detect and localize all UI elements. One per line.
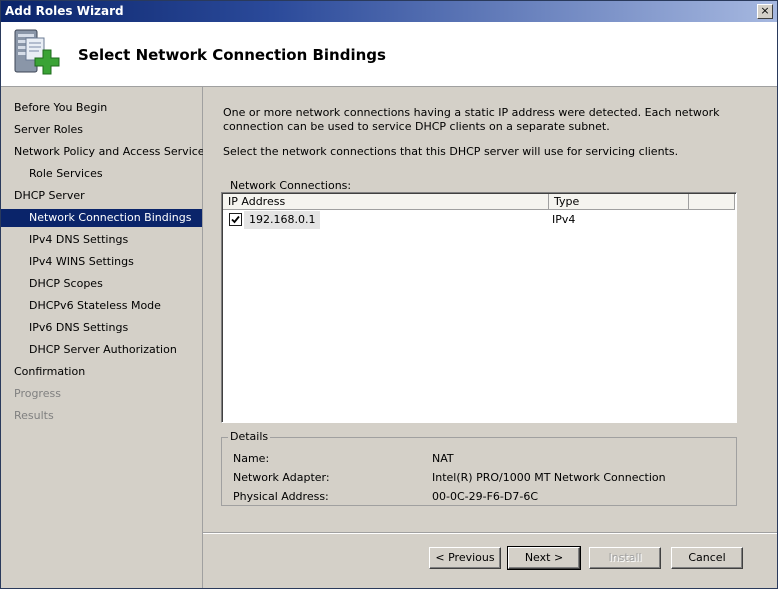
details-name-label: Name:	[233, 452, 270, 465]
nav-item-dhcpv6-stateless-mode[interactable]: DHCPv6 Stateless Mode	[1, 297, 202, 315]
details-name-value: NAT	[432, 452, 454, 465]
details-adapter-value: Intel(R) PRO/1000 MT Network Connection	[432, 471, 666, 484]
add-roles-wizard-window: Add Roles Wizard × Select Network Connec…	[0, 0, 778, 589]
checkmark-icon	[231, 215, 240, 224]
details-adapter-label: Network Adapter:	[233, 471, 330, 484]
page-title: Select Network Connection Bindings	[78, 46, 386, 64]
next-button[interactable]: Next >	[507, 546, 581, 570]
server-roles-add-icon	[11, 28, 61, 80]
details-group: Details Name: NAT Network Adapter: Intel…	[221, 430, 737, 506]
network-connections-list[interactable]: IP Address Type 192.168.0.1 IPv4	[221, 192, 737, 423]
install-button: Install	[589, 547, 661, 569]
title-bar[interactable]: Add Roles Wizard ×	[1, 1, 777, 22]
connection-checkbox[interactable]	[229, 213, 242, 226]
wizard-content: One or more network connections having a…	[203, 87, 777, 588]
nav-item-role-services[interactable]: Role Services	[1, 165, 202, 183]
nav-item-server-roles[interactable]: Server Roles	[1, 121, 202, 139]
wizard-navigation: Before You Begin Server Roles Network Po…	[1, 87, 210, 588]
column-header-ip-address[interactable]: IP Address	[223, 194, 549, 210]
nav-item-network-policy[interactable]: Network Policy and Access Services	[1, 143, 210, 161]
previous-button[interactable]: < Previous	[429, 547, 501, 569]
network-connections-label: Network Connections:	[230, 179, 352, 192]
nav-item-ipv6-dns-settings[interactable]: IPv6 DNS Settings	[1, 319, 202, 337]
details-legend: Details	[228, 430, 271, 443]
close-button[interactable]: ×	[757, 4, 773, 19]
nav-item-before-you-begin[interactable]: Before You Begin	[1, 99, 202, 117]
intro-text: One or more network connections having a…	[223, 106, 720, 133]
nav-item-dhcp-scopes[interactable]: DHCP Scopes	[1, 275, 202, 293]
nav-item-ipv4-dns-settings[interactable]: IPv4 DNS Settings	[1, 231, 202, 249]
button-separator	[203, 532, 777, 534]
wizard-header: Select Network Connection Bindings	[1, 22, 777, 87]
close-icon: ×	[760, 4, 770, 17]
nav-item-ipv4-wins-settings[interactable]: IPv4 WINS Settings	[1, 253, 202, 271]
details-mac-label: Physical Address:	[233, 490, 329, 503]
window-title: Add Roles Wizard	[5, 4, 124, 18]
connection-row[interactable]: 192.168.0.1 IPv4	[224, 211, 734, 229]
nav-item-confirmation[interactable]: Confirmation	[1, 363, 202, 381]
instruction-text: Select the network connections that this…	[223, 145, 679, 158]
nav-item-dhcp-server-authorization[interactable]: DHCP Server Authorization	[1, 341, 202, 359]
type-cell: IPv4	[552, 213, 576, 226]
ip-address-cell: 192.168.0.1	[244, 211, 321, 229]
nav-item-results: Results	[14, 409, 54, 422]
column-header-type[interactable]: Type	[549, 194, 689, 210]
details-mac-value: 00-0C-29-F6-D7-6C	[432, 490, 538, 503]
nav-item-progress: Progress	[14, 387, 61, 400]
nav-item-dhcp-server[interactable]: DHCP Server	[1, 187, 202, 205]
cancel-button[interactable]: Cancel	[671, 547, 743, 569]
column-header-blank[interactable]	[689, 194, 735, 210]
nav-item-network-connection-bindings[interactable]: Network Connection Bindings	[1, 209, 202, 227]
